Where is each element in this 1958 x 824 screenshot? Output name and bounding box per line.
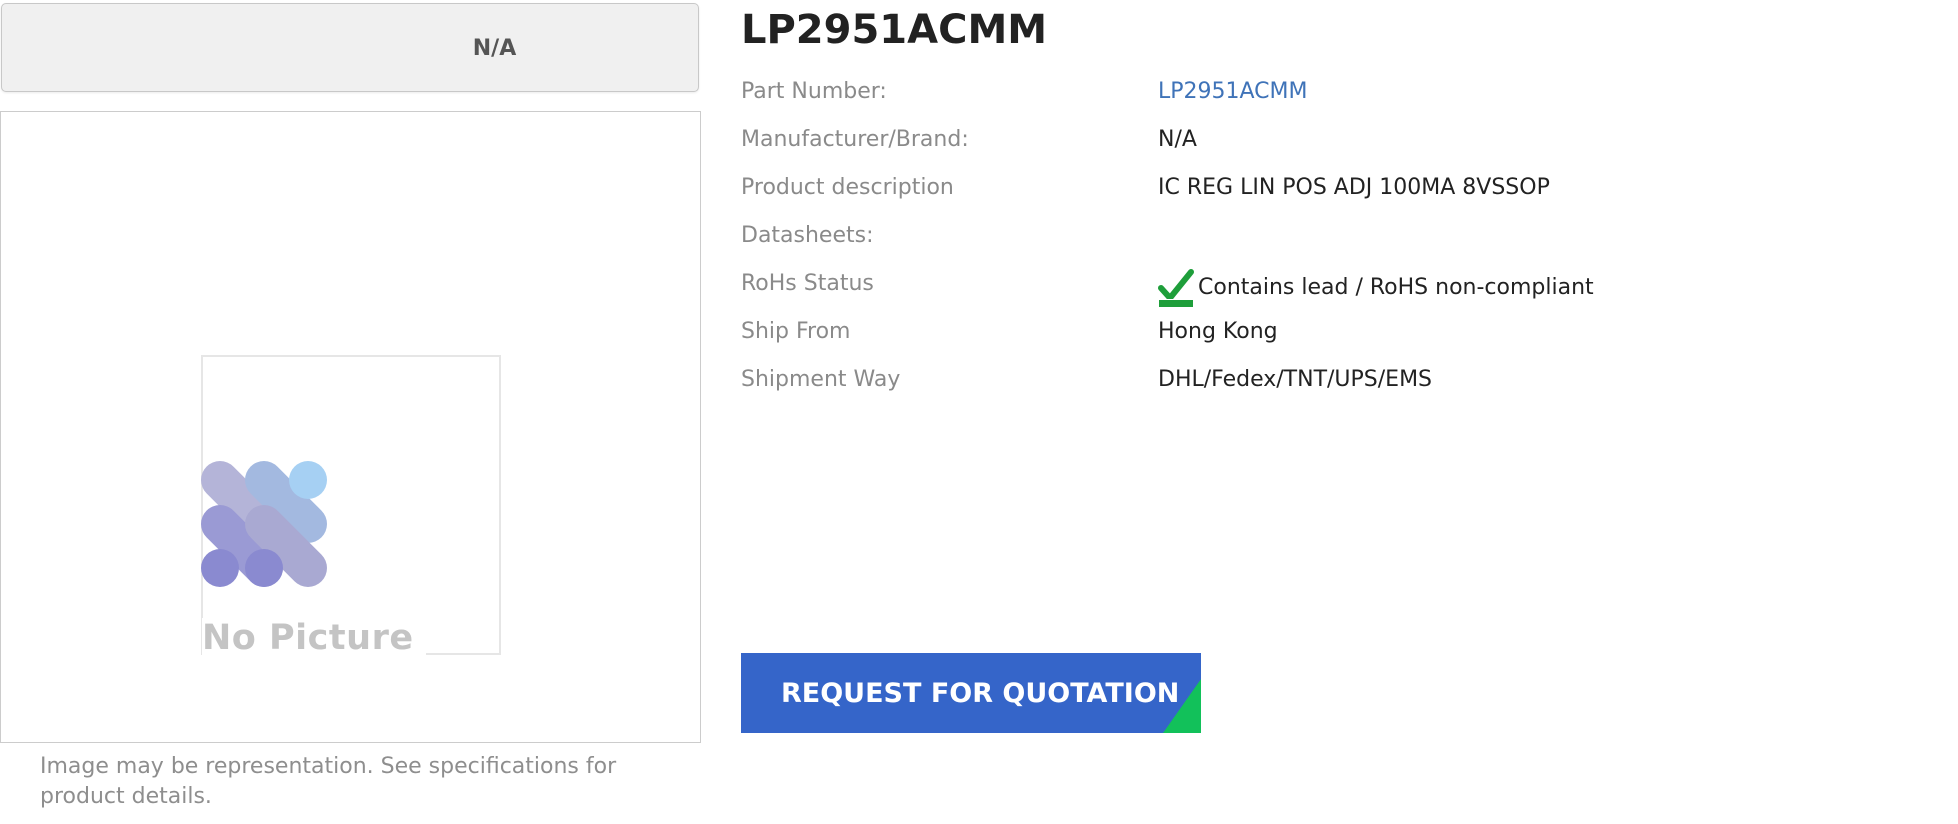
spec-label: Manufacturer/Brand: [741, 127, 969, 152]
no-picture-icon [201, 461, 327, 587]
spec-row-manufacturer: Manufacturer/Brand: N/A [741, 124, 1891, 172]
spec-label: RoHs Status [741, 271, 874, 296]
rohs-status-text: Contains lead / RoHS non-compliant [1198, 275, 1594, 300]
spec-row-part-number: Part Number: LP2951ACMM [741, 76, 1891, 124]
part-number-link[interactable]: LP2951ACMM [1158, 76, 1308, 108]
rfq-accent-corner [1163, 679, 1201, 733]
spec-value: DHL/Fedex/TNT/UPS/EMS [1158, 367, 1433, 392]
rohs-status-value: Contains lead / RoHS non-compliant [1158, 268, 1594, 308]
spec-label: Part Number: [741, 79, 887, 104]
rfq-button-label: REQUEST FOR QUOTATION [781, 677, 1180, 709]
spec-list: Part Number: LP2951ACMM Manufacturer/Bra… [741, 76, 1891, 412]
request-for-quotation-button[interactable]: REQUEST FOR QUOTATION [741, 653, 1201, 733]
spec-value: IC REG LIN POS ADJ 100MA 8VSSOP [1158, 175, 1550, 200]
manufacturer-brand-box: N/A [1, 3, 699, 92]
no-picture-text: No Picture [202, 618, 426, 658]
spec-row-shipment-way: Shipment Way DHL/Fedex/TNT/UPS/EMS [741, 364, 1891, 412]
image-caption: Image may be representation. See specifi… [40, 754, 617, 809]
spec-label: Ship From [741, 319, 851, 344]
product-title: LP2951ACMM [741, 7, 1048, 53]
spec-value: Hong Kong [1158, 319, 1278, 344]
spec-value: N/A [1158, 127, 1197, 152]
spec-row-rohs: RoHs Status Contains lead / RoHS non-com… [741, 268, 1891, 316]
spec-label: Datasheets: [741, 223, 874, 248]
rohs-check-icon [1158, 269, 1194, 308]
spec-label: Product description [741, 175, 954, 200]
spec-row-ship-from: Ship From Hong Kong [741, 316, 1891, 364]
spec-row-description: Product description IC REG LIN POS ADJ 1… [741, 172, 1891, 220]
spec-row-datasheets: Datasheets: [741, 220, 1891, 268]
spec-label: Shipment Way [741, 367, 901, 392]
